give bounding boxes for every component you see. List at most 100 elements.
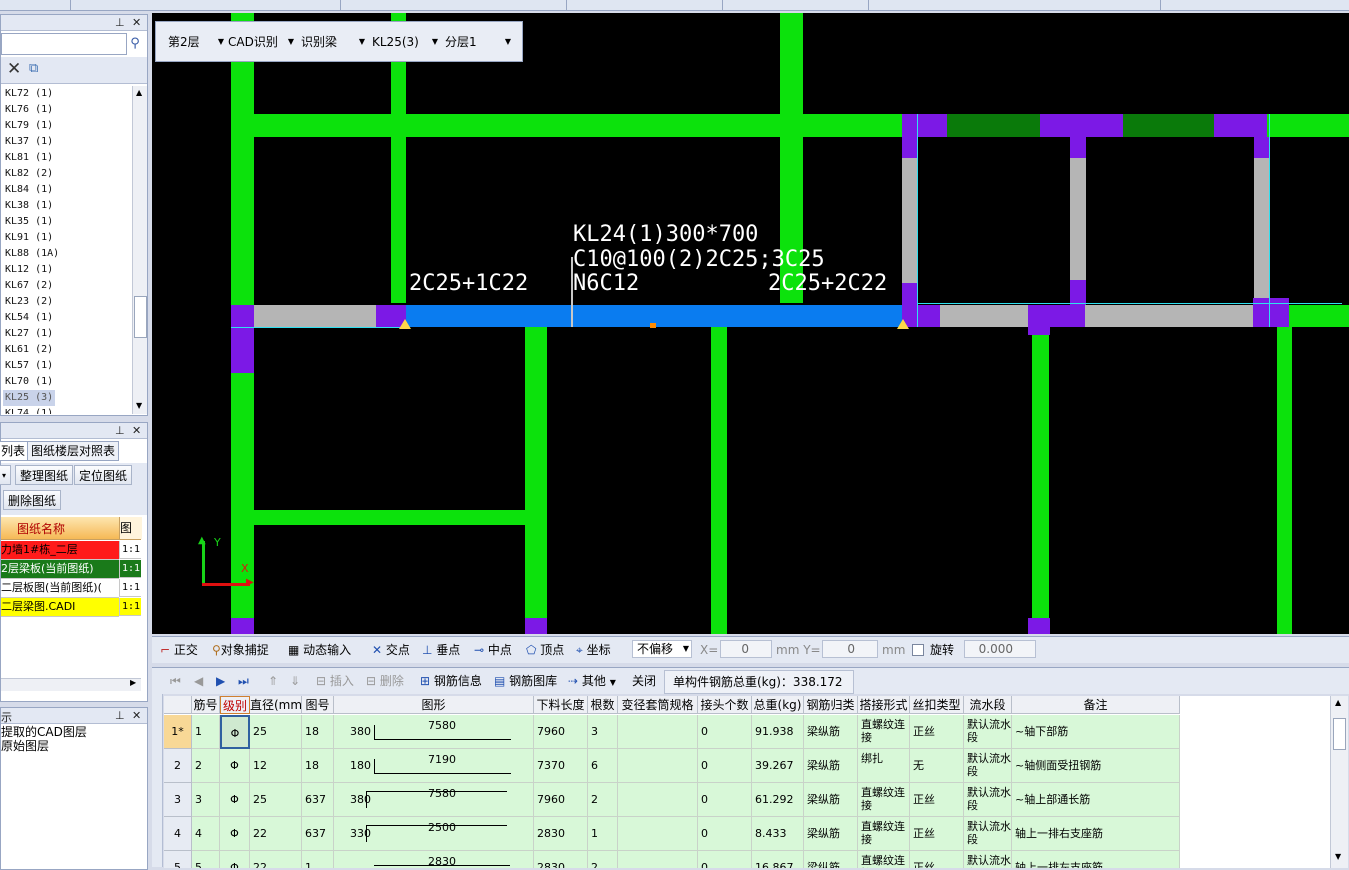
grid-cell-len[interactable]: 7370 [534, 749, 588, 783]
drawing-row-name[interactable]: 力墙1#栋_二层 [1, 541, 119, 560]
grid-cell-sleeve[interactable] [618, 817, 698, 851]
grid-cell-fig[interactable]: 637 [302, 783, 334, 817]
last-record-icon[interactable]: ⏭ [238, 672, 249, 690]
move-down-icon[interactable]: ⇓ [290, 672, 300, 690]
close-icon[interactable]: ✕ [132, 709, 141, 722]
beam-list-item[interactable]: KL57 (1) [5, 358, 53, 374]
delete-icon[interactable]: ✕ [7, 59, 21, 79]
grid-cell-dia[interactable]: 25 [250, 783, 302, 817]
coordinate-button[interactable]: ⌖ 坐标 [576, 641, 611, 659]
beam-list-item[interactable]: KL12 (1) [5, 262, 53, 278]
layer-item-original[interactable]: 原始图层 [1, 739, 49, 753]
beam-list-item[interactable]: KL79 (1) [5, 118, 53, 134]
beam-list-item[interactable]: KL35 (1) [5, 214, 53, 230]
grid-cell-len[interactable]: 7960 [534, 715, 588, 749]
scroll-right-icon[interactable]: ▶ [130, 678, 136, 687]
grid-header[interactable]: 备注 [1012, 696, 1180, 714]
grid-cell-fig[interactable]: 1 [302, 851, 334, 868]
grid-cell-sleeve[interactable] [618, 715, 698, 749]
grid-cell-weight[interactable]: 61.292 [752, 783, 804, 817]
grid-cell-len[interactable]: 2830 [534, 817, 588, 851]
grid-cell-len[interactable]: 2830 [534, 851, 588, 868]
grid-cell-seg[interactable]: 默认流水段 [964, 783, 1012, 817]
cad-canvas[interactable]: KL24(1)300*700 C10@100(2)2C25;3C25 N6C12… [152, 13, 1349, 634]
grid-cell-dia[interactable]: 25 [250, 715, 302, 749]
floor-dropdown[interactable]: 第2层 ▼ [168, 33, 224, 51]
grid-cell-sleeve[interactable] [618, 851, 698, 868]
list-scrollbar[interactable]: ▲ ▼ [132, 86, 147, 414]
insert-button[interactable]: ⊟ 插入 [316, 672, 354, 690]
beam-list-item[interactable]: KL84 (1) [5, 182, 53, 198]
delete-drawing-button[interactable]: 删除图纸 [3, 490, 62, 510]
midpoint-button[interactable]: ⊸ 中点 [474, 641, 512, 659]
grid-cell-note[interactable]: 轴上一排右支座筋 [1012, 817, 1180, 851]
grid-cell-no[interactable]: 4 [192, 817, 220, 851]
scroll-up-icon[interactable]: ▲ [136, 88, 142, 97]
close-icon[interactable]: ✕ [132, 16, 141, 29]
grid-cell-grade[interactable]: Φ [220, 851, 250, 868]
grid-cell-weight[interactable]: 16.867 [752, 851, 804, 868]
grid-cell-no[interactable]: 5 [192, 851, 220, 868]
locate-drawing-button[interactable]: 定位图纸 [74, 465, 133, 485]
grid-cell-joints[interactable]: 0 [698, 783, 752, 817]
tab-floor-mapping[interactable]: 图纸楼层对照表 [27, 441, 120, 461]
grid-cell-dia[interactable]: 12 [250, 749, 302, 783]
grid-cell-weight[interactable]: 8.433 [752, 817, 804, 851]
object-snap-button[interactable]: ⚲对象捕捉 [212, 641, 269, 659]
rotate-input[interactable]: 0.000 [964, 640, 1036, 658]
grid-cell-seg[interactable]: 默认流水段 [964, 749, 1012, 783]
drawing-row-name[interactable]: 二层梁图.CADI [1, 598, 119, 617]
grid-cell-note[interactable]: ~轴侧面受扭钢筋 [1012, 749, 1180, 783]
search-icon[interactable]: ⚲ [125, 34, 145, 54]
layer-item-extracted[interactable]: 提取的CAD图层 [1, 725, 87, 739]
grid-scrollbar[interactable]: ▲ ▼ [1330, 696, 1348, 868]
beam-list-item[interactable]: KL91 (1) [5, 230, 53, 246]
ortho-button[interactable]: ⌐ 正交 [160, 641, 198, 659]
grid-cell-count[interactable]: 2 [588, 851, 618, 868]
grid-cell-lap[interactable]: 直螺纹连接 [858, 851, 910, 868]
rotate-checkbox[interactable] [912, 644, 924, 656]
prev-record-icon[interactable]: ◀ [194, 672, 203, 690]
grid-cell-note[interactable]: ~轴下部筋 [1012, 715, 1180, 749]
drawing-row-name[interactable]: 二层板图(当前图纸)( [1, 579, 119, 598]
beam-list-item[interactable]: KL70 (1) [5, 374, 53, 390]
row-header[interactable]: 3 [164, 783, 192, 817]
next-record-icon[interactable]: ▶ [216, 672, 225, 690]
grid-cell-shape[interactable]: 380 7580 [334, 783, 534, 817]
grid-cell-joints[interactable]: 0 [698, 715, 752, 749]
grid-cell-count[interactable]: 2 [588, 783, 618, 817]
grid-cell-lap[interactable]: 直螺纹连接 [858, 715, 910, 749]
vertex-button[interactable]: ⬠ 顶点 [526, 641, 564, 659]
grid-header[interactable]: 搭接形式 [858, 696, 910, 714]
grid-cell-count[interactable]: 6 [588, 749, 618, 783]
grid-cell-note[interactable]: 轴上一排左支座筋 [1012, 851, 1180, 868]
beam-list-item[interactable]: KL23 (2) [5, 294, 53, 310]
grid-cell-joints[interactable]: 0 [698, 749, 752, 783]
grid-cell-count[interactable]: 1 [588, 817, 618, 851]
horizontal-scrollbar[interactable]: ▶ [1, 678, 141, 691]
grid-cell-dia[interactable]: 22 [250, 817, 302, 851]
grid-cell-lap[interactable]: 直螺纹连接 [858, 783, 910, 817]
grid-cell-lap[interactable]: 绑扎 [858, 749, 910, 783]
grid-cell-sleeve[interactable] [618, 749, 698, 783]
grid-cell-cls[interactable]: 梁纵筋 [804, 749, 858, 783]
dynamic-input-button[interactable]: ▦ 动态输入 [288, 641, 351, 659]
grid-header[interactable]: 丝扣类型 [910, 696, 964, 714]
grid-cell-seg[interactable]: 默认流水段 [964, 715, 1012, 749]
grid-cell-weight[interactable]: 91.938 [752, 715, 804, 749]
grid-header[interactable]: 总重(kg) [752, 696, 804, 714]
grid-header[interactable]: 下料长度 [534, 696, 588, 714]
grid-cell-no[interactable]: 3 [192, 783, 220, 817]
beam-list-item[interactable]: KL25 (3) [3, 390, 56, 406]
grid-cell-no[interactable]: 1 [192, 715, 220, 749]
grid-cell-thread[interactable]: 正丝 [910, 783, 964, 817]
grid-header[interactable]: 筋号 [192, 696, 220, 714]
beam-list-item[interactable]: KL27 (1) [5, 326, 53, 342]
tab-list[interactable]: 列表 [0, 441, 30, 461]
perpendicular-button[interactable]: ⊥ 垂点 [422, 641, 460, 659]
grid-header[interactable]: 变径套筒规格 [618, 696, 698, 714]
grid-header[interactable]: 根数 [588, 696, 618, 714]
component-dropdown[interactable]: KL25(3) ▼ [372, 33, 438, 51]
scroll-down-icon[interactable]: ▼ [136, 401, 142, 410]
grid-cell-seg[interactable]: 默认流水段 [964, 817, 1012, 851]
